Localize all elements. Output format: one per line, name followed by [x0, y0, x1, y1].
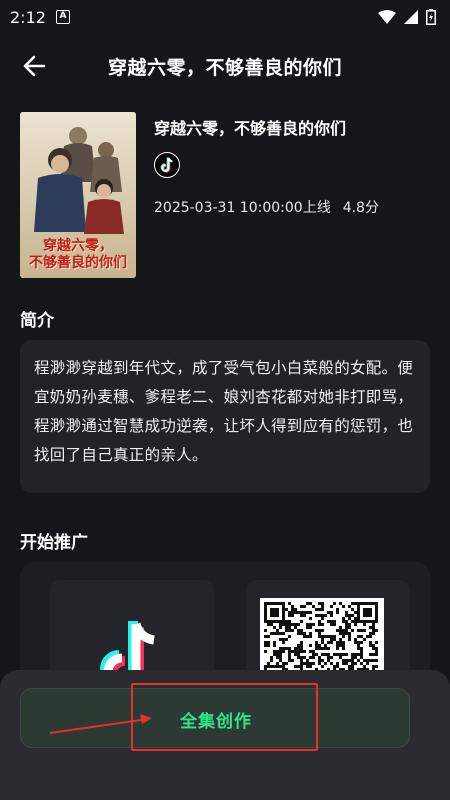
page-title: 穿越六零，不够善良的你们 [107, 57, 342, 79]
release-time: 2025-03-31 10:00:00上线 [154, 200, 331, 216]
wifi-icon [378, 10, 396, 24]
drama-title: 穿越六零，不够善良的你们 [154, 119, 347, 138]
tiktok-icon [154, 152, 180, 178]
rating: 4.8分 [342, 200, 379, 216]
release-meta: 2025-03-31 10:00:00上线 4.8分 [154, 197, 379, 217]
status-icons [378, 9, 436, 25]
header: 穿越六零，不够善良的你们 [0, 40, 450, 92]
poster-title: 穿越六零， 不够善良的你们 [29, 238, 127, 271]
synopsis-card: 程渺渺穿越到年代文，成了受气包小白菜般的女配。便宜奶奶孙麦穗、爹程老二、娘刘杏花… [20, 340, 430, 493]
status-time: 2:12 [10, 7, 46, 27]
promote-heading: 开始推广 [20, 533, 88, 553]
synopsis-text: 程渺渺穿越到年代文，成了受气包小白菜般的女配。便宜奶奶孙麦穗、爹程老二、娘刘杏花… [34, 359, 414, 464]
battery-icon [426, 9, 436, 25]
drama-poster: 穿越六零， 不够善良的你们 [20, 112, 136, 278]
annotation-arrow-icon [49, 714, 152, 734]
status-bar: 2:12 A [0, 0, 450, 34]
synopsis-heading: 简介 [20, 311, 54, 331]
signal-icon [404, 10, 418, 24]
notification-a-icon: A [55, 10, 70, 24]
